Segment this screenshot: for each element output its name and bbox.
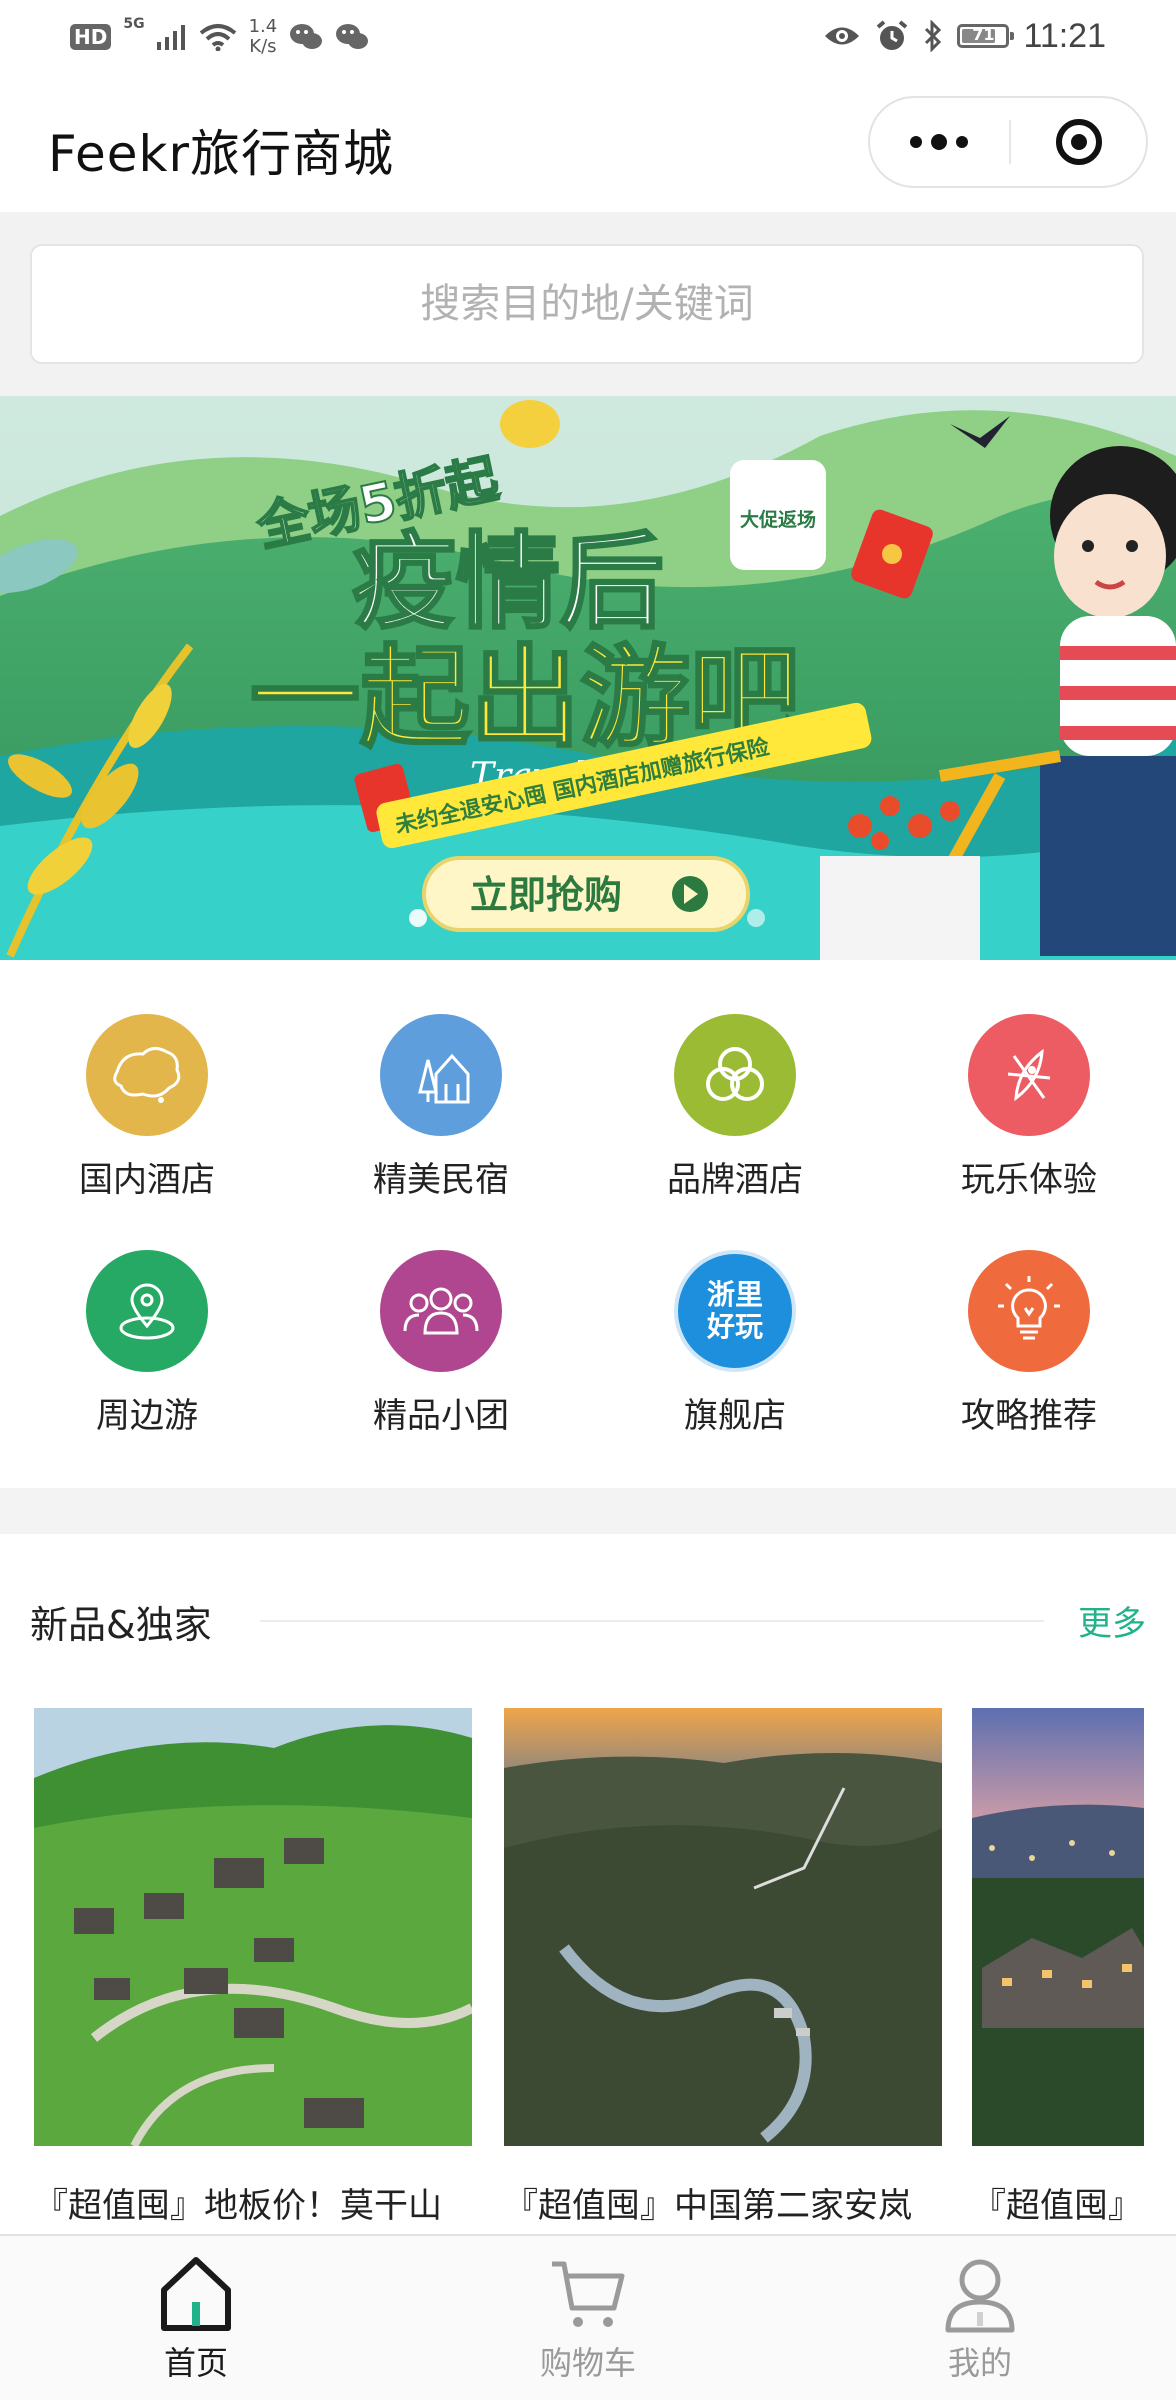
home-icon [161,2257,231,2331]
kayak-icon [968,1014,1090,1136]
network-speed: 1.4 K/s [249,17,278,57]
clock: 11:21 [1023,16,1106,55]
banner-line2: 疫情后 [352,521,664,643]
more-dot-icon [931,134,947,150]
battery-level: 71 [972,25,995,44]
hd-badge: HD [70,24,112,50]
wifi-icon [199,24,236,51]
category-guide-recommend[interactable]: 攻略推荐 [882,1196,1176,1436]
signal-icon [156,25,185,50]
category-brand-hotel[interactable]: 品牌酒店 [588,960,882,1200]
wechat-icon [290,24,323,49]
rings-icon [674,1014,796,1136]
zheli-logo-text: 浙里好玩 [706,1278,763,1343]
tab-profile[interactable]: 我的 [880,2254,1080,2384]
tab-label: 我的 [947,2344,1012,2382]
category-label: 玩乐体验 [961,1160,1097,1200]
carousel-dot[interactable] [409,909,427,927]
product-name: 『超值囤』地板价！莫干山 [34,2186,442,2226]
category-domestic-hotel[interactable]: 国内酒店 [0,960,294,1200]
miniprogram-capsule [868,96,1148,188]
tab-home[interactable]: 首页 [96,2254,296,2384]
section-divider [0,1488,1176,1534]
more-dot-icon [956,136,968,148]
status-right: 71 11:21 [823,12,1106,60]
bottom-tab-bar: 首页 购物车 我的 [0,2234,1176,2400]
more-dot-icon [910,136,922,148]
eye-icon [825,27,860,45]
category-label: 国内酒店 [79,1160,215,1200]
buy-now-label: 立即抢购 [470,873,622,917]
bluetooth-icon [925,20,942,52]
category-flagship-store[interactable]: 浙里好玩 旗舰店 [588,1196,882,1436]
close-miniprogram-button[interactable] [1056,119,1102,165]
group-icon [380,1250,502,1372]
location-pin-icon [86,1250,208,1372]
user-icon [945,2259,1015,2333]
category-label: 精品小团 [373,1396,509,1436]
category-small-group[interactable]: 精品小团 [294,1196,588,1436]
lightbulb-icon [968,1250,1090,1372]
product-image [972,1708,1144,2146]
status-left: HD 5G 1.4 K/s [70,14,369,60]
title-bar: Feekr旅行商城 [0,74,1176,212]
speed-value: 1.4 [248,16,278,37]
category-label: 周边游 [96,1396,198,1436]
battery-icon: 71 [957,24,1015,48]
section-title-line [260,1620,1044,1622]
alarm-icon [877,20,908,50]
search-box[interactable] [30,244,1144,364]
category-boutique-homestay[interactable]: 精美民宿 [294,960,588,1200]
search-area [0,212,1176,396]
product-image [504,1708,942,2146]
status-bar: HD 5G 1.4 K/s 71 11:21 [0,0,1176,74]
search-input[interactable] [32,280,1142,328]
section-title: 新品&独家 [30,1603,212,1647]
carousel-dot[interactable] [747,909,765,927]
promo-banner[interactable]: 全场5折起 疫情后 一起出游吧 大促返场 Travel 未约全退安心囤 国内酒店… [0,396,1176,960]
wechat-icon [336,24,369,49]
category-label: 品牌酒店 [667,1160,803,1200]
china-map-icon [86,1014,208,1136]
product-name: 『超值囤』 [972,2186,1142,2226]
product-image [34,1708,472,2146]
house-tree-icon [380,1014,502,1136]
new-exclusive-section: 新品&独家 更多 『超值囤』地板价！莫干山 『超值囤』中国第二家安岚 『超值囤』 [0,1534,1176,2234]
buy-now-button[interactable]: 立即抢购 [422,856,750,932]
category-grid: 国内酒店 精美民宿 品牌酒店 玩乐体验 周边游 精品小团 浙里好玩 旗舰店 攻略… [0,960,1176,1488]
capsule-divider [1009,120,1011,164]
category-fun-experience[interactable]: 玩乐体验 [882,960,1176,1200]
signal-type: 5G [123,16,145,32]
page-title: Feekr旅行商城 [48,125,395,183]
category-label: 旗舰店 [684,1396,786,1436]
category-label: 攻略推荐 [961,1396,1097,1436]
tab-label: 购物车 [539,2344,636,2382]
promo-badge-text: 大促返场 [740,508,816,531]
zheli-logo-icon: 浙里好玩 [674,1250,796,1372]
more-menu-button[interactable] [870,98,1008,186]
shopping-cart-icon [552,2261,625,2327]
promo-badge: 大促返场 [730,460,826,570]
more-link[interactable]: 更多 [1078,1596,1146,1645]
product-card[interactable]: 『超值囤』 [972,1708,1144,2226]
category-label: 精美民宿 [373,1160,509,1200]
tab-label: 首页 [163,2344,228,2382]
product-card[interactable]: 『超值囤』地板价！莫干山 [34,1708,472,2226]
product-card[interactable]: 『超值囤』中国第二家安岚 [504,1708,942,2226]
category-nearby-tour[interactable]: 周边游 [0,1196,294,1436]
banner-art: 全场5折起 疫情后 一起出游吧 大促返场 Travel 未约全退安心囤 国内酒店… [0,396,1176,960]
tab-cart[interactable]: 购物车 [488,2254,688,2384]
product-name: 『超值囤』中国第二家安岚 [504,2186,912,2226]
speed-unit: K/s [249,36,277,57]
